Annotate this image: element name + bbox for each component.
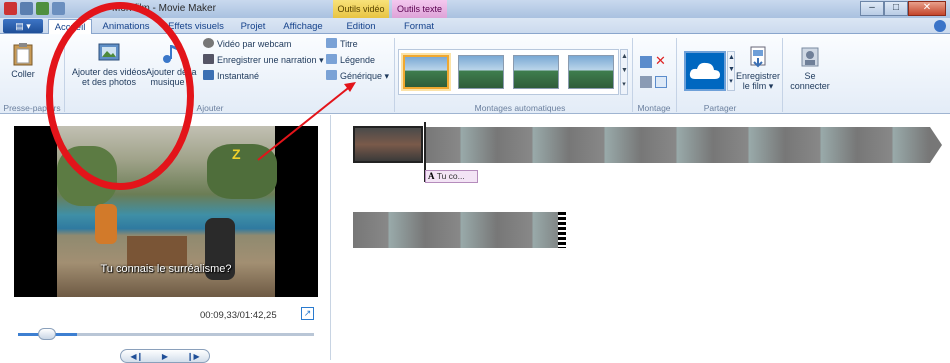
red-annotation-arrow — [257, 82, 356, 161]
